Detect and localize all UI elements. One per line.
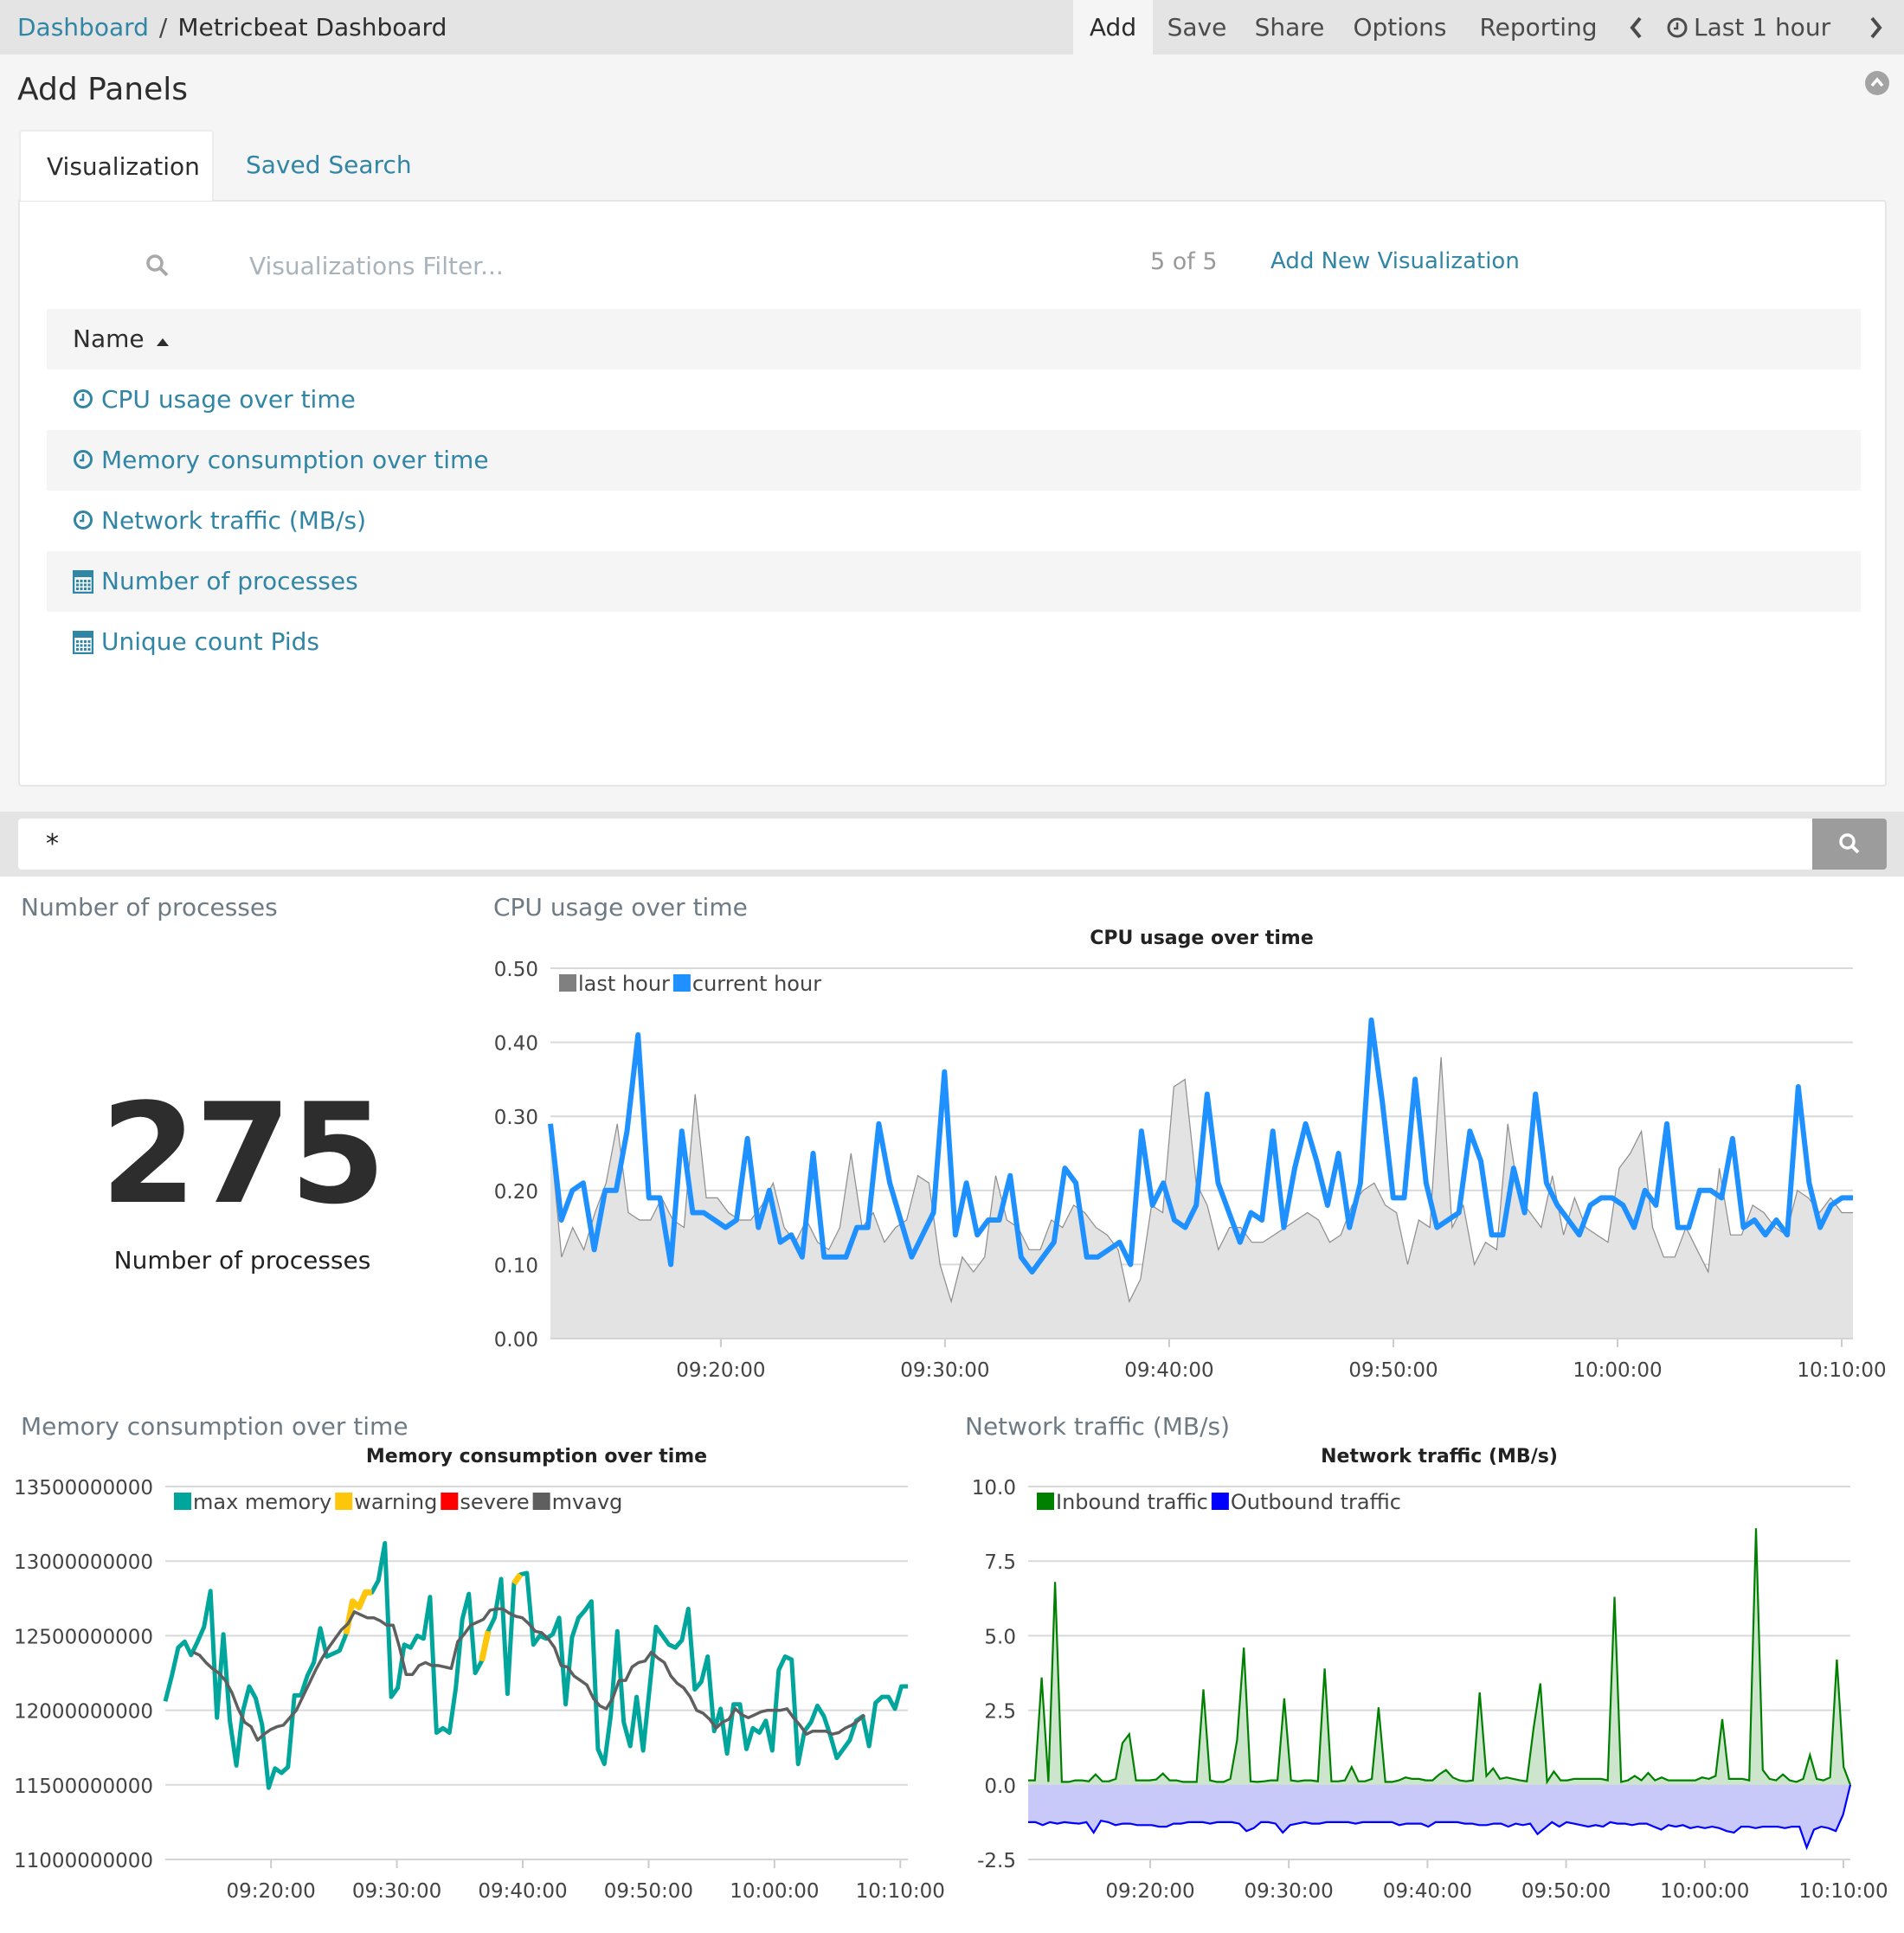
x-tick-label: 09:40:00 (1383, 1880, 1472, 1903)
legend-label: Outbound traffic (1231, 1490, 1401, 1514)
network-chart-title: Network traffic (MB/s) (1321, 1446, 1558, 1467)
outbound-traffic-area (1028, 1784, 1850, 1848)
y-tick-label: 5.0 (984, 1626, 1016, 1648)
y-tick-label: 7.5 (984, 1551, 1016, 1574)
inbound-traffic-area (1028, 1528, 1850, 1785)
x-tick-label: 10:10:00 (1798, 1880, 1888, 1903)
y-tick-label: 0.0 (984, 1776, 1016, 1798)
network-traffic-chart: Network traffic (MB/s) -2.5 0.0 2.5 5.0 7.5 10… (972, 1446, 1888, 1903)
tab-visualization[interactable]: Visualization (19, 130, 214, 201)
y-tick-label: 2.5 (984, 1701, 1016, 1724)
x-tick-label: 09:30:00 (1245, 1880, 1334, 1903)
y-tick-label: 10.0 (972, 1477, 1016, 1500)
x-tick-label: 09:20:00 (1105, 1880, 1194, 1903)
y-tick-label: -2.5 (977, 1850, 1016, 1872)
inbound-traffic-line (1028, 1528, 1852, 1786)
legend-label: Inbound traffic (1056, 1490, 1208, 1514)
legend-swatch (1211, 1493, 1229, 1510)
x-tick-label: 10:00:00 (1660, 1880, 1749, 1903)
legend-swatch (1037, 1493, 1054, 1510)
x-tick-label: 09:50:00 (1521, 1880, 1611, 1903)
